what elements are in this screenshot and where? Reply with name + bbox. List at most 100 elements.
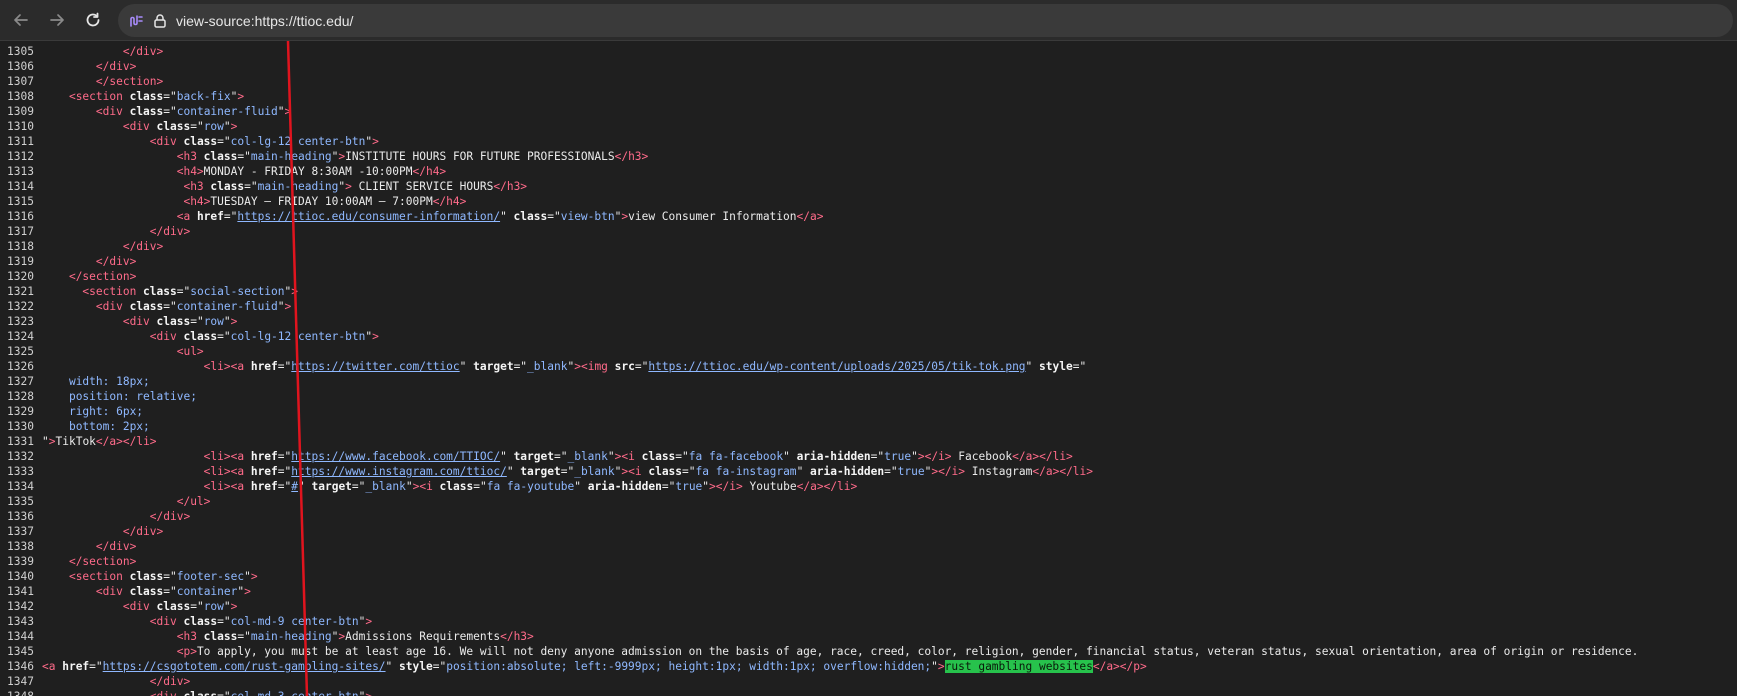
code-token: =" xyxy=(217,135,231,148)
code-token: class xyxy=(129,90,164,103)
line-source: <div class="container"> xyxy=(42,584,251,599)
code-token: " xyxy=(500,210,514,223)
code-token: <div xyxy=(149,135,184,148)
code-token: > xyxy=(250,570,258,583)
line-number: 1318 xyxy=(7,240,34,253)
forward-button[interactable] xyxy=(42,5,72,35)
code-token: INSTITUTE HOURS FOR FUTURE PROFESSIONALS xyxy=(345,150,615,163)
code-token: </section> xyxy=(68,555,137,568)
code-token: footer-sec xyxy=(176,570,245,583)
code-token: <div xyxy=(149,330,184,343)
line-number: 1316 xyxy=(7,210,34,223)
reload-button[interactable] xyxy=(78,5,108,35)
line-source: </section> xyxy=(42,269,136,284)
code-token: <h4> xyxy=(183,195,211,208)
code-token: </div> xyxy=(122,45,164,58)
code-token: " xyxy=(42,435,49,448)
source-line: 1305 </div> xyxy=(0,44,163,59)
code-token: To apply, you must be at least age 16. W… xyxy=(196,645,1639,658)
code-token: " xyxy=(1025,360,1040,373)
code-token: =" xyxy=(553,450,568,463)
code-token: </h3> xyxy=(500,630,534,643)
source-code-view: 1305 </div> 1306 </div> 1307 </section> 130… xyxy=(0,44,1737,696)
code-token: fa fa-instagram xyxy=(695,465,797,478)
source-line: 1322 <div class="container-fluid"> xyxy=(0,299,291,314)
code-token: =" xyxy=(217,690,230,696)
code-token: </i> xyxy=(715,480,743,493)
code-token: class xyxy=(129,300,164,313)
code-token: " xyxy=(506,465,521,478)
code-token: </i> xyxy=(924,450,952,463)
browser-toolbar: view-source:https://ttioc.edu/ xyxy=(0,0,1737,41)
extension-icon[interactable] xyxy=(128,13,144,29)
source-line: 1333 <li><a href="https://www.instagram.… xyxy=(0,464,1093,479)
source-link[interactable]: https://www.instagram.com/ttioc/ xyxy=(291,465,507,478)
line-source: </ul> xyxy=(42,494,211,509)
source-line: 1344 <h3 class="main-heading">Admissions… xyxy=(0,629,534,644)
code-token: <i xyxy=(621,450,642,463)
line-source: <div class="container-fluid"> xyxy=(42,104,291,119)
code-token: " xyxy=(385,660,400,673)
highlighted-text: rust gambling websites xyxy=(944,660,1093,673)
source-line: 1339 </section> xyxy=(0,554,136,569)
line-number: 1324 xyxy=(7,330,34,343)
line-number: 1315 xyxy=(7,195,34,208)
source-link[interactable]: https://twitter.com/ttioc xyxy=(291,360,459,373)
code-token: > xyxy=(574,360,581,373)
source-link[interactable]: https://csgototem.com/rust-gambling-site… xyxy=(103,660,386,673)
line-number: 1312 xyxy=(7,150,34,163)
code-token: =" xyxy=(675,450,689,463)
line-source: <h3 class="main-heading"> CLIENT SERVICE… xyxy=(42,179,527,194)
line-source: <section class="footer-sec"> xyxy=(42,569,258,584)
back-button[interactable] xyxy=(6,5,36,35)
line-number: 1328 xyxy=(7,390,34,403)
code-token: class xyxy=(183,135,218,148)
source-link[interactable]: # xyxy=(291,480,298,493)
code-token: class xyxy=(156,120,191,133)
code-token: =" xyxy=(870,450,885,463)
code-token: <p> xyxy=(176,645,197,658)
code-token: <div xyxy=(150,690,184,696)
source-link[interactable]: https://www.facebook.com/TTIOC/ xyxy=(291,450,500,463)
source-link[interactable]: https://ttioc.edu/consumer-information/ xyxy=(237,210,500,223)
line-number: 1323 xyxy=(7,315,34,328)
address-bar[interactable]: view-source:https://ttioc.edu/ xyxy=(118,4,1733,37)
code-token: <div xyxy=(95,300,130,313)
source-line: 1348 <div class="col-md-3 center-btn"> xyxy=(0,689,372,696)
code-token: =" xyxy=(163,90,177,103)
url-text[interactable]: view-source:https://ttioc.edu/ xyxy=(176,13,353,29)
code-token: <a xyxy=(42,660,63,673)
source-link[interactable]: https://ttioc.edu/wp-content/uploads/202… xyxy=(648,360,1025,373)
code-token: back-fix xyxy=(176,90,231,103)
line-number: 1332 xyxy=(7,450,34,463)
line-source: right: 6px; xyxy=(42,404,143,419)
source-line: 1343 <div class="col-md-9 center-btn"> xyxy=(0,614,372,629)
code-token: </a></li> xyxy=(95,435,157,448)
line-source: <a href="https://ttioc.edu/consumer-info… xyxy=(42,209,824,224)
code-token: " xyxy=(277,105,285,118)
source-line: 1332 <li><a href="https://www.facebook.c… xyxy=(0,449,1073,464)
code-token: </h3> xyxy=(493,180,528,193)
code-token: </h4> xyxy=(432,195,467,208)
code-token: class xyxy=(183,690,217,696)
code-token: " xyxy=(459,360,474,373)
code-token: target xyxy=(513,450,554,463)
line-number: 1309 xyxy=(7,105,34,118)
line-number: 1345 xyxy=(7,645,34,658)
code-token: =" xyxy=(217,615,231,628)
line-source: <ul> xyxy=(42,344,204,359)
code-token: col-lg-12 center-btn xyxy=(230,135,366,148)
line-number: 1314 xyxy=(7,180,34,193)
source-line: 1334 <li><a href="#" target="_blank"><i … xyxy=(0,479,857,494)
source-line: 1314 <h3 class="main-heading"> CLIENT SE… xyxy=(0,179,527,194)
code-token: </section> xyxy=(68,270,137,283)
code-token: <ul> xyxy=(176,345,204,358)
lock-icon[interactable] xyxy=(152,13,168,29)
